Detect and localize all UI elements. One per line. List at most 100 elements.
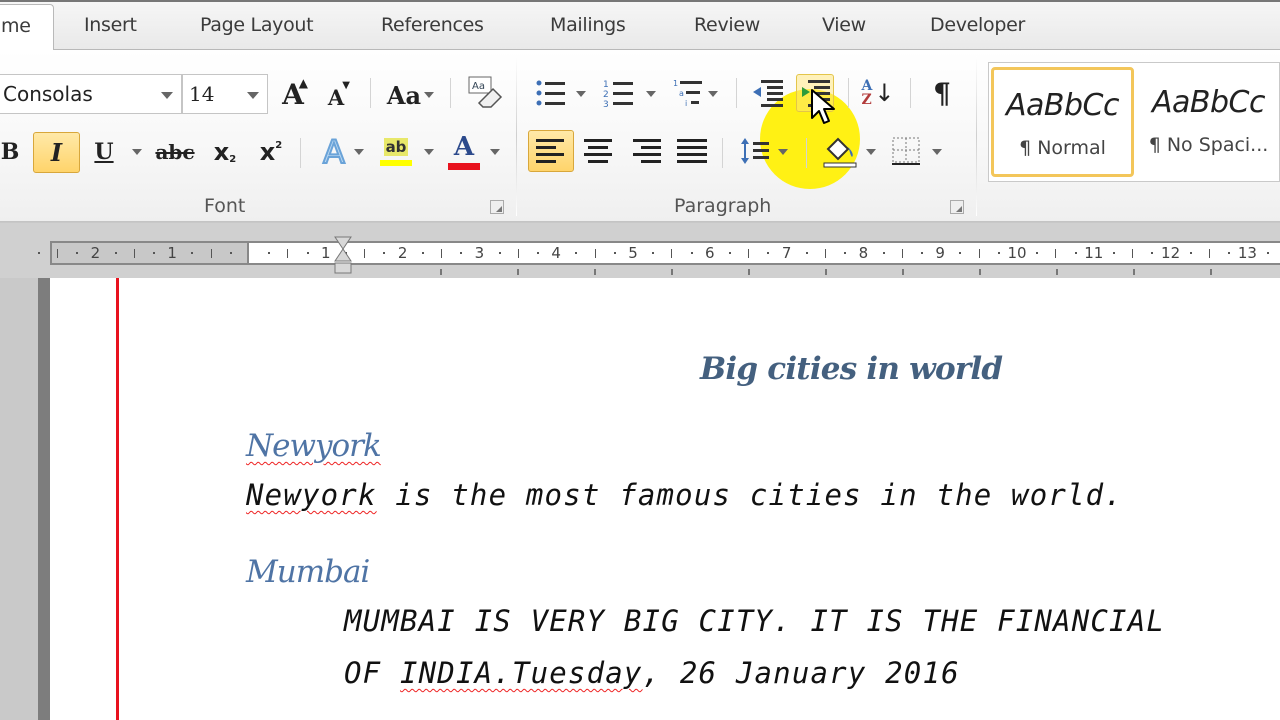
tab-view[interactable]: View <box>822 14 866 36</box>
chevron-down-icon[interactable] <box>161 92 173 99</box>
ruler-quarter-tick <box>537 252 539 254</box>
bold-button[interactable]: B <box>0 134 24 170</box>
section-heading-newyork: Newyork <box>246 428 382 464</box>
clear-formatting-button[interactable]: Aa <box>464 74 504 112</box>
default-tab-stop <box>517 269 519 275</box>
horizontal-ruler[interactable]: 2 1 1 2 3 4 5 6 7 8 9 10 11 12 13 <box>37 241 1280 265</box>
grow-font-button[interactable]: A ▲ <box>276 76 310 112</box>
bullet-list-icon <box>536 80 565 106</box>
ruler-half-tick <box>210 249 212 258</box>
multilevel-list-button[interactable]: 1 a i <box>672 76 706 110</box>
misspelled-word[interactable]: Newyork <box>246 478 377 512</box>
superscript-icon: x <box>259 138 276 166</box>
strikethrough-button[interactable]: abc <box>155 134 194 170</box>
bullets-button[interactable] <box>534 76 568 110</box>
text-effects-button[interactable]: A <box>314 132 354 172</box>
document-page[interactable]: Big cities in world Newyork Newyork is t… <box>50 278 1280 720</box>
ruler-area: 2 1 1 2 3 4 5 6 7 8 9 10 11 12 13 <box>0 223 1280 278</box>
mouse-pointer-icon <box>811 89 835 124</box>
tab-developer[interactable]: Developer <box>930 14 1025 36</box>
ruler-quarter-tick <box>882 252 885 254</box>
default-tab-stop <box>902 269 904 275</box>
misspelled-word[interactable]: INDIA.Tuesday <box>400 656 643 690</box>
chevron-down-icon[interactable] <box>866 149 876 155</box>
align-left-button[interactable] <box>528 130 574 172</box>
ruler-number: 8 <box>858 244 869 262</box>
tab-references[interactable]: References <box>381 14 484 36</box>
chevron-down-icon[interactable] <box>576 91 586 97</box>
highlight-button[interactable]: ab <box>378 132 414 172</box>
chevron-down-icon[interactable] <box>932 149 942 155</box>
pilcrow-icon: ¶ <box>933 76 951 110</box>
tab-review[interactable]: Review <box>694 14 760 36</box>
ruler-half-tick <box>1132 249 1134 258</box>
sort-button[interactable]: A Z ↓ <box>858 74 898 112</box>
ruler-quarter-tick <box>421 252 424 254</box>
decrease-indent-button[interactable] <box>750 76 786 110</box>
tab-mailings[interactable]: Mailings <box>550 14 626 36</box>
ruler-half-tick <box>748 249 750 258</box>
font-dialog-launcher[interactable] <box>490 200 504 214</box>
indent-marker-handle[interactable] <box>333 235 353 277</box>
italic-icon: I <box>50 138 63 167</box>
svg-text:2: 2 <box>603 90 609 100</box>
ruler-half-tick <box>364 249 366 258</box>
chevron-down-icon[interactable] <box>778 149 788 155</box>
ruler-half-tick <box>1055 249 1057 258</box>
ruler-number: 5 <box>628 244 638 262</box>
chevron-down-icon[interactable] <box>424 92 434 98</box>
default-tab-stop <box>1210 269 1212 275</box>
chevron-down-icon[interactable] <box>424 149 434 155</box>
chevron-down-icon[interactable] <box>646 91 656 97</box>
default-tab-stop <box>594 269 596 275</box>
ruler-number: 7 <box>781 244 792 262</box>
chevron-down-icon[interactable] <box>490 149 500 155</box>
justify-button[interactable] <box>674 132 710 170</box>
change-case-button[interactable]: Aa <box>384 78 424 112</box>
highlighter-icon: ab <box>383 138 409 156</box>
ruler-quarter-tick <box>114 252 117 254</box>
subscript-button[interactable]: x 2 <box>208 134 242 170</box>
section-heading-mumbai: Mumbai <box>246 554 370 590</box>
sort-icon: A Z <box>861 78 873 108</box>
ruler-half-tick <box>517 249 519 258</box>
ruler-quarter-tick <box>383 252 386 254</box>
tab-home[interactable]: me <box>0 4 54 53</box>
ruler-half-tick <box>133 249 135 258</box>
align-right-button[interactable] <box>628 132 664 170</box>
style-normal[interactable]: AaBbCc ¶ Normal <box>991 67 1134 177</box>
borders-button[interactable] <box>888 132 924 170</box>
ruler-number: 6 <box>705 244 715 262</box>
shrink-font-button[interactable]: A ▼ <box>322 80 350 112</box>
style-no-spacing[interactable]: AaBbCc ¶ No Spaci... <box>1137 67 1280 177</box>
tab-page-layout[interactable]: Page Layout <box>200 14 314 36</box>
font-color-button[interactable]: A <box>446 130 482 172</box>
paragraph-dialog-launcher[interactable] <box>950 200 964 214</box>
font-size-combo[interactable]: 14 <box>182 74 268 114</box>
decrease-indent-icon <box>753 80 783 107</box>
numbering-button[interactable]: 1 2 3 <box>602 76 636 110</box>
tab-insert[interactable]: Insert <box>84 14 137 36</box>
italic-button[interactable]: I <box>33 132 80 173</box>
ruler-quarter-tick <box>1189 252 1192 254</box>
superscript-button[interactable]: x 2 <box>254 134 288 170</box>
ruler-number: 11 <box>1084 244 1104 262</box>
ruler-quarter-tick <box>37 252 40 254</box>
font-group-label: Font <box>204 195 246 217</box>
ruler-half-tick <box>594 249 596 258</box>
chevron-down-icon[interactable] <box>247 92 259 99</box>
line-spacing-button[interactable] <box>738 132 774 170</box>
ruler-quarter-tick <box>613 252 616 254</box>
shading-button[interactable] <box>820 130 860 172</box>
show-hide-marks-button[interactable]: ¶ <box>924 74 960 112</box>
margin-line <box>116 278 119 720</box>
ruler-quarter-tick <box>729 252 731 254</box>
align-center-button[interactable] <box>580 132 616 170</box>
chevron-down-icon[interactable] <box>132 149 142 155</box>
chevron-down-icon[interactable] <box>708 91 718 97</box>
styles-gallery: AaBbCc ¶ Normal AaBbCc ¶ No Spaci... <box>988 62 1280 182</box>
chevron-down-icon[interactable] <box>354 149 364 155</box>
ruler-half-tick <box>441 249 442 258</box>
font-name-combo[interactable]: Consolas <box>0 74 182 114</box>
underline-button[interactable]: U <box>90 134 118 170</box>
